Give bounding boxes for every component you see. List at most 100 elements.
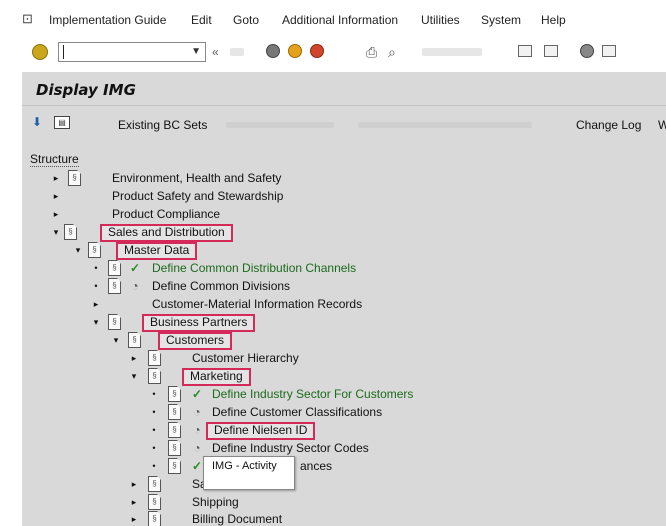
documentation-icon[interactable]: § xyxy=(108,278,121,294)
cancel-icon[interactable] xyxy=(310,44,324,58)
print-icon[interactable]: ⎙ xyxy=(366,44,377,60)
menu-implementation-guide[interactable]: Implementation Guide xyxy=(49,13,166,27)
execute-activity-icon[interactable]: ✓ xyxy=(190,386,204,402)
exit-icon[interactable] xyxy=(288,44,302,58)
shortcut-icon[interactable] xyxy=(544,45,558,57)
bullet-icon: • xyxy=(152,443,156,453)
execute-activity-icon[interactable]: ✓ xyxy=(190,458,204,474)
disabled-toolbar-buttons-2 xyxy=(358,122,532,128)
existing-bc-sets-button[interactable]: Existing BC Sets xyxy=(118,118,207,132)
menu-edit[interactable]: Edit xyxy=(191,13,212,27)
tree-node-define-customer-classifications[interactable]: • § ◔ Define Customer Classifications xyxy=(148,404,382,422)
disabled-toolbar-buttons xyxy=(226,122,334,128)
expand-subtree-icon[interactable]: ⬇ xyxy=(32,116,46,128)
menu-help[interactable]: Help xyxy=(541,13,566,27)
tree-node-business-partners[interactable]: ▾ § Business Partners xyxy=(90,314,256,332)
change-log-button[interactable]: Change Log xyxy=(576,118,641,132)
collapse-arrow-icon[interactable]: ▾ xyxy=(90,314,102,330)
bullet-icon: • xyxy=(152,389,156,399)
documentation-icon[interactable]: § xyxy=(128,332,141,348)
system-menu-icon[interactable]: ⊡ xyxy=(22,12,36,26)
bullet-icon: • xyxy=(94,281,98,291)
collapse-arrow-icon[interactable]: ▾ xyxy=(110,332,122,348)
execute-activity-icon[interactable]: ◔ xyxy=(190,422,204,438)
tree-node-define-common-channels[interactable]: • § ✓ Define Common Distribution Channel… xyxy=(90,260,356,278)
tree-node-customer-material-info[interactable]: ▸ Customer-Material Information Records xyxy=(90,296,362,314)
collapse-toolbar-icon[interactable]: « xyxy=(212,44,219,60)
command-field[interactable]: ▼ xyxy=(58,42,206,62)
documentation-icon[interactable]: § xyxy=(148,350,161,366)
enter-icon[interactable] xyxy=(32,44,48,60)
documentation-icon[interactable]: § xyxy=(68,170,81,186)
title-bar: Display IMG xyxy=(22,72,666,106)
application-toolbar: ⬇ ▤ Existing BC Sets Change Log W xyxy=(22,106,666,142)
menu-goto[interactable]: Goto xyxy=(233,13,259,27)
execute-activity-icon[interactable]: ◔ xyxy=(190,404,204,420)
documentation-icon[interactable]: § xyxy=(64,224,77,240)
bullet-icon: • xyxy=(94,263,98,273)
documentation-icon[interactable]: § xyxy=(168,458,181,474)
tree-node-shipping[interactable]: ▸ § Shipping xyxy=(128,494,239,512)
menu-utilities[interactable]: Utilities xyxy=(421,13,460,27)
expand-arrow-icon[interactable]: ▸ xyxy=(128,350,140,366)
tree-node-master-data[interactable]: ▾ § Master Data xyxy=(72,242,198,260)
documentation-icon[interactable]: § xyxy=(148,494,161,510)
tree-node-define-nielsen-id[interactable]: • § ◔ Define Nielsen ID xyxy=(148,422,316,440)
tree-node-customers[interactable]: ▾ § Customers xyxy=(110,332,233,350)
tree-node-sales-and-distribution[interactable]: ▾ § Sales and Distribution xyxy=(50,224,233,242)
collapse-arrow-icon[interactable]: ▾ xyxy=(72,242,84,258)
tree-node-label: Define Common Divisions xyxy=(152,279,291,293)
help-icon[interactable] xyxy=(580,44,594,58)
expand-arrow-icon[interactable]: ▸ xyxy=(50,206,62,222)
documentation-icon[interactable]: § xyxy=(148,511,161,526)
tree-node-billing-document[interactable]: ▸ § Billing Document xyxy=(128,511,282,526)
tree-node-define-common-divisions[interactable]: • § ◔ Define Common Divisions xyxy=(90,278,290,296)
documentation-icon[interactable]: § xyxy=(168,404,181,420)
documentation-icon[interactable]: § xyxy=(108,260,121,276)
more-button[interactable]: W xyxy=(658,118,666,132)
find-icon[interactable]: ⌕ xyxy=(388,44,396,60)
execute-activity-icon[interactable]: ✓ xyxy=(128,260,142,276)
expand-arrow-icon[interactable]: ▸ xyxy=(50,188,62,204)
tooltip-text: IMG - Activity xyxy=(212,460,277,472)
collapse-arrow-icon[interactable]: ▾ xyxy=(50,224,62,240)
documentation-icon[interactable]: § xyxy=(148,476,161,492)
expand-arrow-icon[interactable]: ▸ xyxy=(50,170,62,186)
tree-node-ehs[interactable]: ▸ § Environment, Health and Safety xyxy=(50,170,281,188)
chevron-down-icon[interactable]: ▼ xyxy=(191,46,201,57)
menu-bar: ⊡ Implementation Guide Edit Goto Additio… xyxy=(0,0,666,38)
tree-node-label: Define Nielsen ID xyxy=(206,422,316,440)
tree-node-activity-hidden[interactable]: • § ✓ ances xyxy=(148,458,332,476)
menu-additional-information[interactable]: Additional Information xyxy=(282,13,398,27)
expand-arrow-icon[interactable]: ▸ xyxy=(90,296,102,312)
documentation-icon[interactable]: § xyxy=(168,386,181,402)
menu-system[interactable]: System xyxy=(481,13,521,27)
tree-node-label: Shipping xyxy=(192,495,239,509)
documentation-icon[interactable]: § xyxy=(88,242,101,258)
layout-icon[interactable] xyxy=(602,45,616,57)
tree-node-customer-hierarchy[interactable]: ▸ § Customer Hierarchy xyxy=(128,350,299,368)
command-input[interactable] xyxy=(59,43,187,61)
documentation-icon[interactable]: § xyxy=(148,368,161,384)
expand-arrow-icon[interactable]: ▸ xyxy=(128,476,140,492)
tree-node-define-industry-sector-codes[interactable]: • § ◔ Define Industry Sector Codes xyxy=(148,440,369,458)
documentation-icon[interactable]: § xyxy=(168,422,181,438)
execute-activity-icon[interactable]: ◔ xyxy=(128,278,142,294)
expand-arrow-icon[interactable]: ▸ xyxy=(128,494,140,510)
display-view-icon[interactable]: ▤ xyxy=(54,116,70,129)
documentation-icon[interactable]: § xyxy=(108,314,121,330)
tree-node-define-industry-sector[interactable]: • § ✓ Define Industry Sector For Custome… xyxy=(148,386,413,404)
new-session-icon[interactable] xyxy=(518,45,532,57)
tree-node-compliance[interactable]: ▸ Product Compliance xyxy=(50,206,220,224)
tree-node-sales[interactable]: ▸ § Sa xyxy=(128,476,207,494)
execute-activity-icon[interactable]: ◔ xyxy=(190,440,204,456)
structure-column-header: Structure xyxy=(30,152,79,167)
back-icon[interactable] xyxy=(266,44,280,58)
expand-arrow-icon[interactable]: ▸ xyxy=(128,511,140,526)
tree-node-label: Customers xyxy=(158,332,233,350)
tree-node-label-suffix: ances xyxy=(300,459,333,473)
collapse-arrow-icon[interactable]: ▾ xyxy=(128,368,140,384)
tree-node-pss[interactable]: ▸ Product Safety and Stewardship xyxy=(50,188,284,206)
tree-node-marketing[interactable]: ▾ § Marketing xyxy=(128,368,251,386)
documentation-icon[interactable]: § xyxy=(168,440,181,456)
